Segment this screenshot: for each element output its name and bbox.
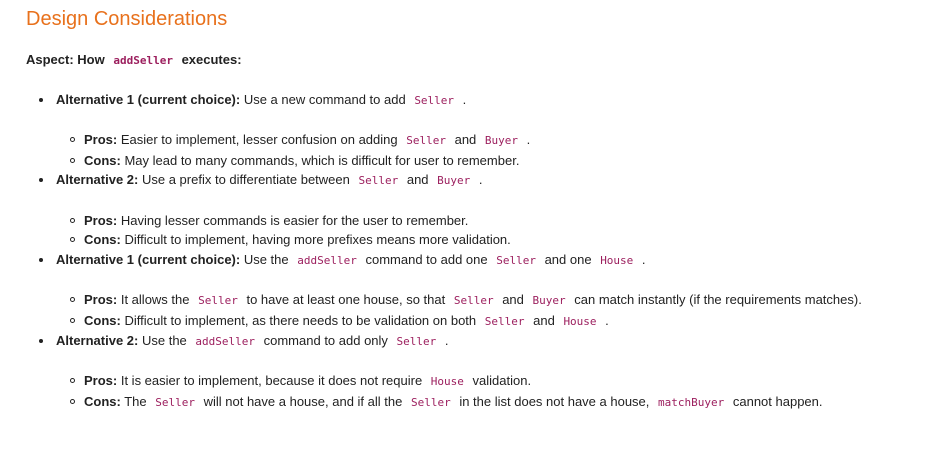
text: and — [450, 132, 480, 148]
aspect-heading: Aspect: How addSeller executes: — [26, 50, 926, 71]
inline-code: Buyer — [532, 293, 566, 307]
bold-label: Alternative 1 (current choice): — [56, 92, 241, 107]
inline-code: addSeller — [195, 335, 256, 349]
bold-label: Alternative 2: — [56, 172, 139, 188]
bold-label: Cons: — [84, 393, 121, 409]
text: Easier to implement, lesser confusion on… — [117, 132, 402, 148]
text: cannot happen. — [729, 393, 823, 409]
pros-cons-list: Pros: Easier to implement, lesser confus… — [56, 130, 926, 170]
bold-label: Pros: — [84, 291, 118, 307]
text: Difficult to implement, having more pref… — [120, 232, 511, 248]
bold-label: Pros: — [84, 132, 118, 148]
text: . — [441, 333, 449, 349]
text: Having lesser commands is easier for the… — [117, 212, 469, 228]
section-heading: Design Considerations — [26, 8, 228, 30]
text: . — [601, 312, 609, 328]
text: Difficult to implement, as there needs t… — [120, 312, 480, 328]
bold-label: Cons: — [84, 152, 121, 168]
text: . — [523, 132, 531, 148]
bold-label: Aspect: How — [26, 52, 109, 67]
text: Use the — [240, 251, 293, 267]
text: can match instantly (if the requirements… — [570, 291, 862, 307]
inline-code: House — [430, 375, 464, 389]
text: in the list does not have a house, — [455, 393, 654, 409]
cons-item: Cons: Difficult to implement, as there n… — [56, 311, 884, 332]
text: will not have a house, and if all the — [199, 393, 406, 409]
inline-code: Seller — [198, 293, 238, 307]
text: . — [638, 251, 646, 267]
pros-item: Pros: It is easier to implement, because… — [56, 371, 884, 392]
bold-label: Alternative 1 (current choice): — [56, 251, 241, 267]
text: Use a new command to add — [240, 92, 410, 107]
text: and one — [540, 251, 596, 267]
text: and — [498, 291, 528, 307]
inline-code: Seller — [155, 395, 195, 409]
inline-code: addSeller — [297, 253, 357, 267]
alternative-item: Alternative 2: Use a prefix to different… — [26, 170, 926, 249]
alternative-text: Alternative 1 (current choice): Use a ne… — [56, 90, 926, 111]
alternative-item: Alternative 2: Use the addSeller command… — [26, 331, 926, 412]
inline-code: Seller — [453, 293, 494, 307]
pros-cons-list: Pros: It allows the Seller to have at le… — [56, 290, 926, 331]
text: and — [529, 312, 559, 328]
text: . — [459, 92, 467, 107]
alternative-text: Alternative 2: Use a prefix to different… — [56, 170, 926, 191]
cons-item: Cons: May lead to many commands, which i… — [56, 151, 884, 171]
inline-code: House — [600, 253, 634, 267]
bold-label: Alternative 2: — [56, 333, 139, 349]
inline-code: matchBuyer — [658, 395, 725, 409]
text: Use the — [138, 333, 191, 349]
text: May lead to many commands, which is diff… — [120, 152, 520, 168]
inline-code: Seller — [358, 174, 399, 188]
bold-label: Pros: — [84, 212, 118, 228]
alternative-text: Alternative 2: Use the addSeller command… — [56, 331, 926, 352]
text: validation. — [468, 373, 532, 389]
bold-label: executes: — [177, 52, 242, 67]
inline-code: Seller — [484, 314, 525, 328]
pros-item: Pros: It allows the Seller to have at le… — [56, 290, 884, 311]
text: The — [120, 393, 151, 409]
text: to have at least one house, so that — [242, 291, 449, 307]
text: It allows the — [117, 291, 194, 307]
pros-item: Pros: Having lesser commands is easier f… — [56, 211, 884, 231]
bold-label: Cons: — [84, 312, 121, 328]
document: Design Considerations Aspect: How addSel… — [0, 0, 926, 413]
cons-item: Cons: Difficult to implement, having mor… — [56, 230, 884, 250]
alternative-text: Alternative 1 (current choice): Use the … — [56, 250, 926, 271]
alternatives-list: Alternative 1 (current choice): Use a ne… — [26, 90, 926, 413]
text: command to add only — [260, 333, 392, 349]
pros-cons-list: Pros: It is easier to implement, because… — [56, 371, 926, 412]
pros-item: Pros: Easier to implement, lesser confus… — [56, 130, 884, 151]
text: and — [403, 172, 433, 188]
inline-code: Seller — [414, 94, 455, 107]
inline-code: Buyer — [484, 134, 519, 148]
text: . — [475, 172, 483, 188]
text: command to add one — [361, 251, 492, 267]
inline-code: Seller — [496, 253, 536, 267]
alternative-item: Alternative 1 (current choice): Use a ne… — [26, 90, 926, 170]
inline-code: Buyer — [437, 174, 471, 188]
text: It is easier to implement, because it do… — [117, 373, 426, 389]
inline-code: addSeller — [113, 54, 173, 67]
inline-code: Seller — [410, 395, 451, 409]
inline-code: Seller — [406, 134, 446, 148]
inline-code: House — [563, 314, 597, 328]
bold-label: Cons: — [84, 232, 121, 248]
alternative-item: Alternative 1 (current choice): Use the … — [26, 250, 926, 331]
inline-code: Seller — [396, 335, 437, 349]
pros-cons-list: Pros: Having lesser commands is easier f… — [56, 211, 926, 250]
text: Use a prefix to differentiate between — [138, 172, 354, 188]
bold-label: Pros: — [84, 373, 118, 389]
cons-item: Cons: The Seller will not have a house, … — [56, 392, 884, 413]
